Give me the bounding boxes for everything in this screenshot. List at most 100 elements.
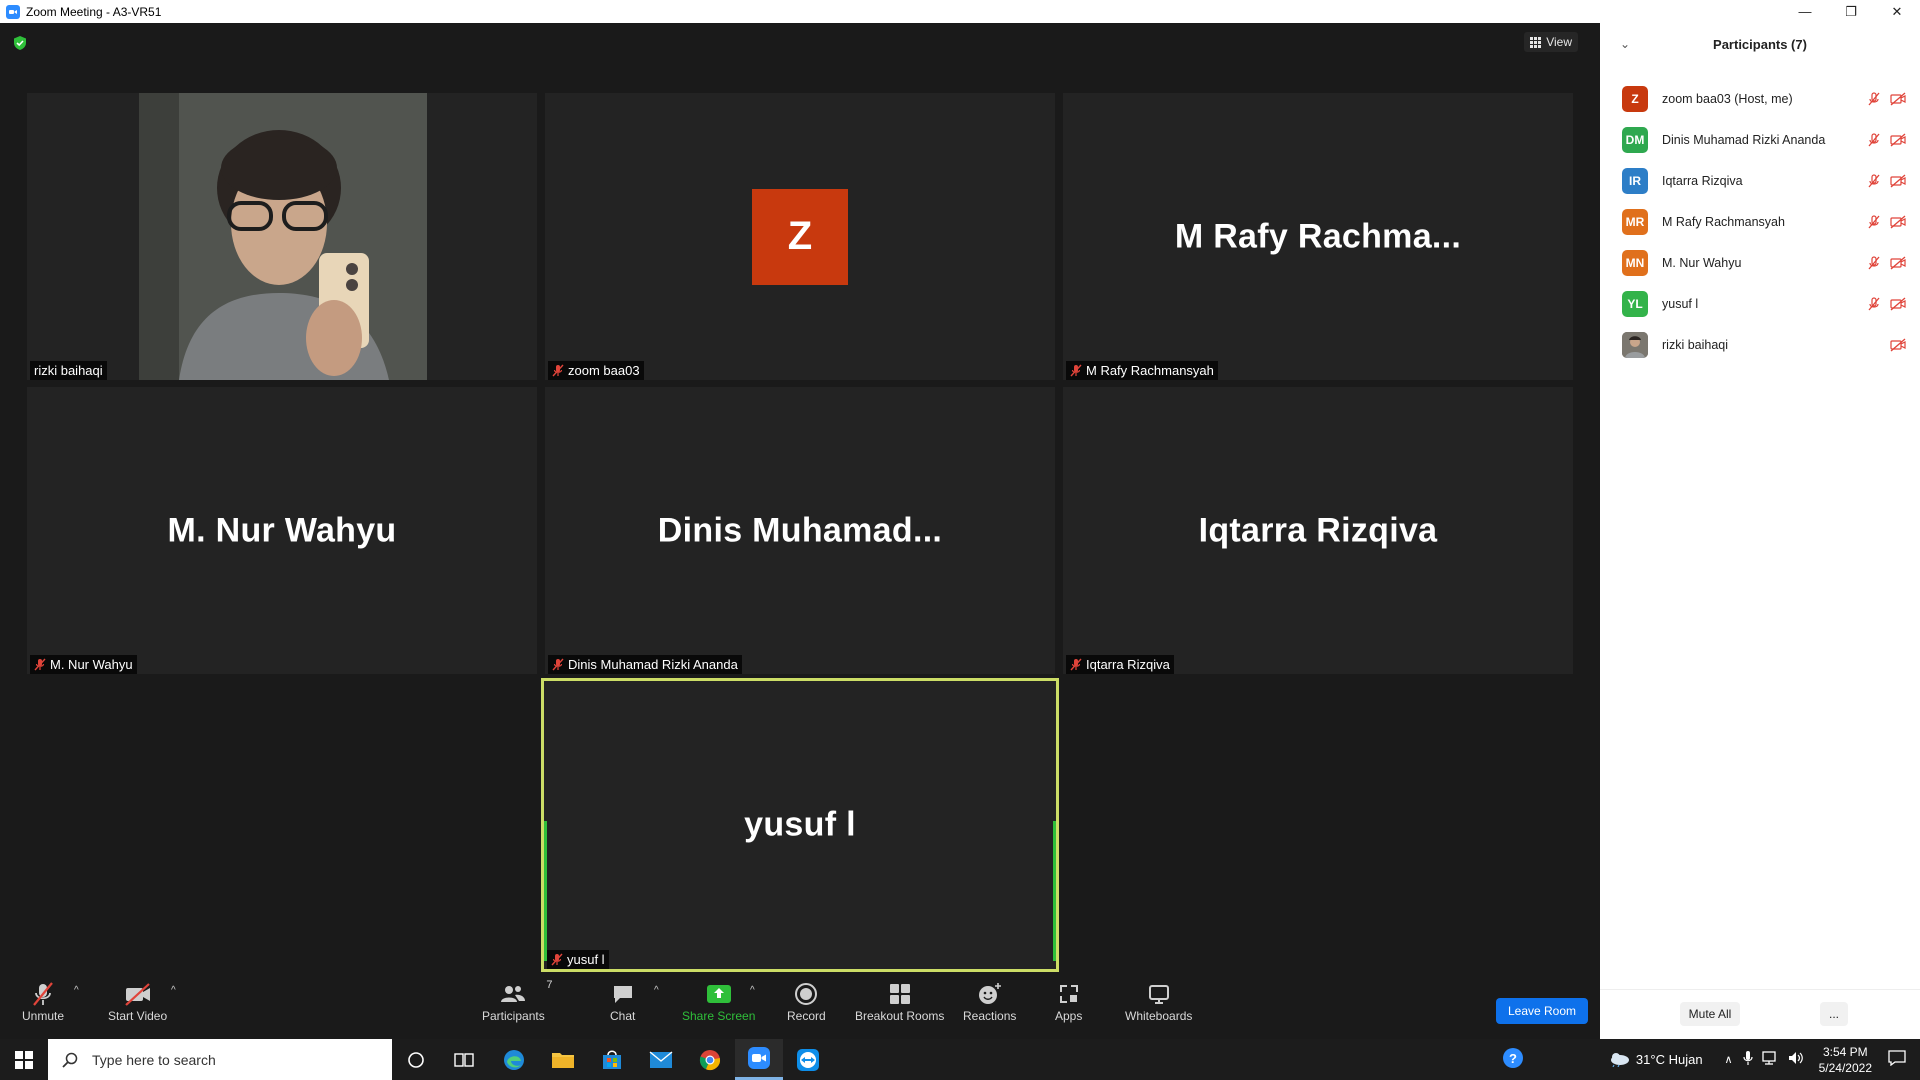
edge-browser-icon [504, 1049, 524, 1070]
breakout-rooms-icon [889, 984, 910, 1004]
chrome-icon [699, 1049, 721, 1070]
encryption-shield-icon[interactable] [12, 35, 28, 51]
taskbar-zoom[interactable] [735, 1039, 783, 1080]
taskbar-store[interactable] [588, 1039, 636, 1080]
start-video-button[interactable]: Start Video [108, 981, 167, 1023]
unmute-button[interactable]: Unmute [22, 981, 64, 1023]
video-tile-zoom-baa03[interactable]: Z zoom baa03 [545, 93, 1055, 380]
participant-name-label: zoom baa03 [548, 361, 644, 380]
video-tile-m-nur-wahyu[interactable]: M. Nur Wahyu M. Nur Wahyu [27, 387, 537, 674]
close-button[interactable]: ✕ [1874, 0, 1920, 23]
share-screen-button[interactable]: Share Screen [682, 981, 755, 1023]
participant-name-label: M Rafy Rachmansyah [1066, 361, 1218, 380]
taskbar-search-box[interactable]: Type here to search [48, 1039, 392, 1080]
weather-text[interactable]: 31°C Hujan [1636, 1052, 1703, 1067]
video-options-caret[interactable]: ^ [171, 985, 176, 996]
participants-panel: ⌄ Participants (7) Z zoom baa03 (Host, m… [1600, 23, 1920, 1039]
weather-icon[interactable] [1608, 1049, 1630, 1070]
more-options-button[interactable]: ... [1820, 1002, 1848, 1026]
video-tile-rizki-baihaqi[interactable]: rizki baihaqi [27, 93, 537, 380]
mic-muted-icon[interactable] [1866, 297, 1882, 311]
taskbar-edge[interactable] [490, 1039, 538, 1080]
video-off-icon[interactable] [1890, 133, 1906, 147]
avatar: Z [1622, 86, 1648, 112]
notifications-icon[interactable] [1888, 1050, 1906, 1069]
microphone-icon[interactable] [1743, 1050, 1753, 1069]
zoom-icon [748, 1047, 770, 1069]
task-view-button[interactable] [440, 1039, 488, 1080]
view-button[interactable]: View [1524, 32, 1578, 52]
start-button[interactable] [0, 1039, 48, 1080]
participants-icon [501, 986, 526, 1002]
network-icon[interactable] [1761, 1050, 1779, 1069]
breakout-rooms-button[interactable]: Breakout Rooms [855, 981, 944, 1023]
clock[interactable]: 3:54 PM 5/24/2022 [1819, 1044, 1872, 1076]
share-options-caret[interactable]: ^ [750, 985, 755, 996]
video-off-icon[interactable] [1890, 174, 1906, 188]
avatar: DM [1622, 127, 1648, 153]
video-off-icon[interactable] [1890, 338, 1906, 352]
mic-muted-icon[interactable] [1866, 92, 1882, 106]
taskbar-file-explorer[interactable] [539, 1039, 587, 1080]
video-tile-dinis-muhamad[interactable]: Dinis Muhamad... Dinis Muhamad Rizki Ana… [545, 387, 1055, 674]
taskbar-teamviewer[interactable] [784, 1039, 832, 1080]
window-title: Zoom Meeting - A3-VR51 [26, 4, 162, 19]
help-icon[interactable]: ? [1502, 1047, 1524, 1072]
search-placeholder: Type here to search [92, 1051, 216, 1068]
svg-text:?: ? [1509, 1051, 1517, 1066]
reactions-button[interactable]: Reactions [963, 981, 1016, 1023]
whiteboards-button[interactable]: Whiteboards [1125, 981, 1192, 1023]
mail-icon [649, 1050, 673, 1068]
participants-button[interactable]: 7 Participants [482, 979, 552, 1023]
panel-footer: Mute All ... [1600, 989, 1920, 1039]
volume-icon[interactable] [1787, 1050, 1805, 1069]
taskbar-mail[interactable] [637, 1039, 685, 1080]
mic-muted-icon [33, 982, 53, 1006]
participant-display-name: M. Nur Wahyu [167, 511, 397, 549]
mic-muted-icon[interactable] [1866, 174, 1882, 188]
mic-muted-icon [551, 953, 563, 966]
cortana-button[interactable] [392, 1039, 440, 1080]
mute-all-button[interactable]: Mute All [1680, 1002, 1740, 1026]
apps-icon [1059, 985, 1078, 1003]
avatar: MR [1622, 209, 1648, 235]
chat-icon [613, 986, 632, 1003]
store-icon [603, 1050, 621, 1069]
mic-muted-icon [552, 364, 564, 377]
video-tile-yusuf-l-active-speaker[interactable]: yusuf l yusuf l [541, 678, 1059, 972]
participant-row[interactable]: IR Iqtarra Rizqiva [1622, 167, 1912, 195]
grid-view-icon [1530, 36, 1542, 48]
minimize-button[interactable]: — [1782, 0, 1828, 23]
participant-name-label: rizki baihaqi [30, 361, 107, 380]
mic-muted-icon[interactable] [1866, 215, 1882, 229]
mic-muted-icon[interactable] [1866, 133, 1882, 147]
chat-options-caret[interactable]: ^ [654, 985, 659, 996]
leave-room-button[interactable]: Leave Room [1496, 998, 1588, 1024]
participant-row[interactable]: MR M Rafy Rachmansyah [1622, 208, 1912, 236]
video-tile-iqtarra-rizqiva[interactable]: Iqtarra Rizqiva Iqtarra Rizqiva [1063, 387, 1573, 674]
taskbar-chrome[interactable] [686, 1039, 734, 1080]
participant-row[interactable]: MN M. Nur Wahyu [1622, 249, 1912, 277]
participant-row[interactable]: rizki baihaqi [1622, 331, 1912, 359]
chevron-up-icon[interactable]: ∧ [1725, 1053, 1733, 1066]
participant-row[interactable]: YL yusuf l [1622, 290, 1912, 318]
video-off-icon[interactable] [1890, 92, 1906, 106]
video-off-icon[interactable] [1890, 215, 1906, 229]
task-view-icon [454, 1052, 474, 1067]
participant-row[interactable]: Z zoom baa03 (Host, me) [1622, 85, 1912, 113]
participant-row[interactable]: DM Dinis Muhamad Rizki Ananda [1622, 126, 1912, 154]
restore-button[interactable]: ❐ [1828, 0, 1874, 23]
record-button[interactable]: Record [787, 981, 826, 1023]
zoom-app-icon [6, 4, 20, 19]
mic-muted-icon[interactable] [1866, 256, 1882, 270]
apps-button[interactable]: Apps [1055, 981, 1082, 1023]
reactions-icon [978, 983, 1001, 1004]
chat-button[interactable]: Chat [610, 981, 635, 1023]
audio-options-caret[interactable]: ^ [74, 985, 79, 996]
video-off-icon[interactable] [1890, 297, 1906, 311]
view-label: View [1546, 35, 1572, 49]
video-off-icon[interactable] [1890, 256, 1906, 270]
participant-display-name: Iqtarra Rizqiva [1198, 511, 1438, 549]
cortana-icon [408, 1051, 424, 1068]
video-tile-m-rafy-rachmansyah[interactable]: M Rafy Rachma... M Rafy Rachmansyah [1063, 93, 1573, 380]
